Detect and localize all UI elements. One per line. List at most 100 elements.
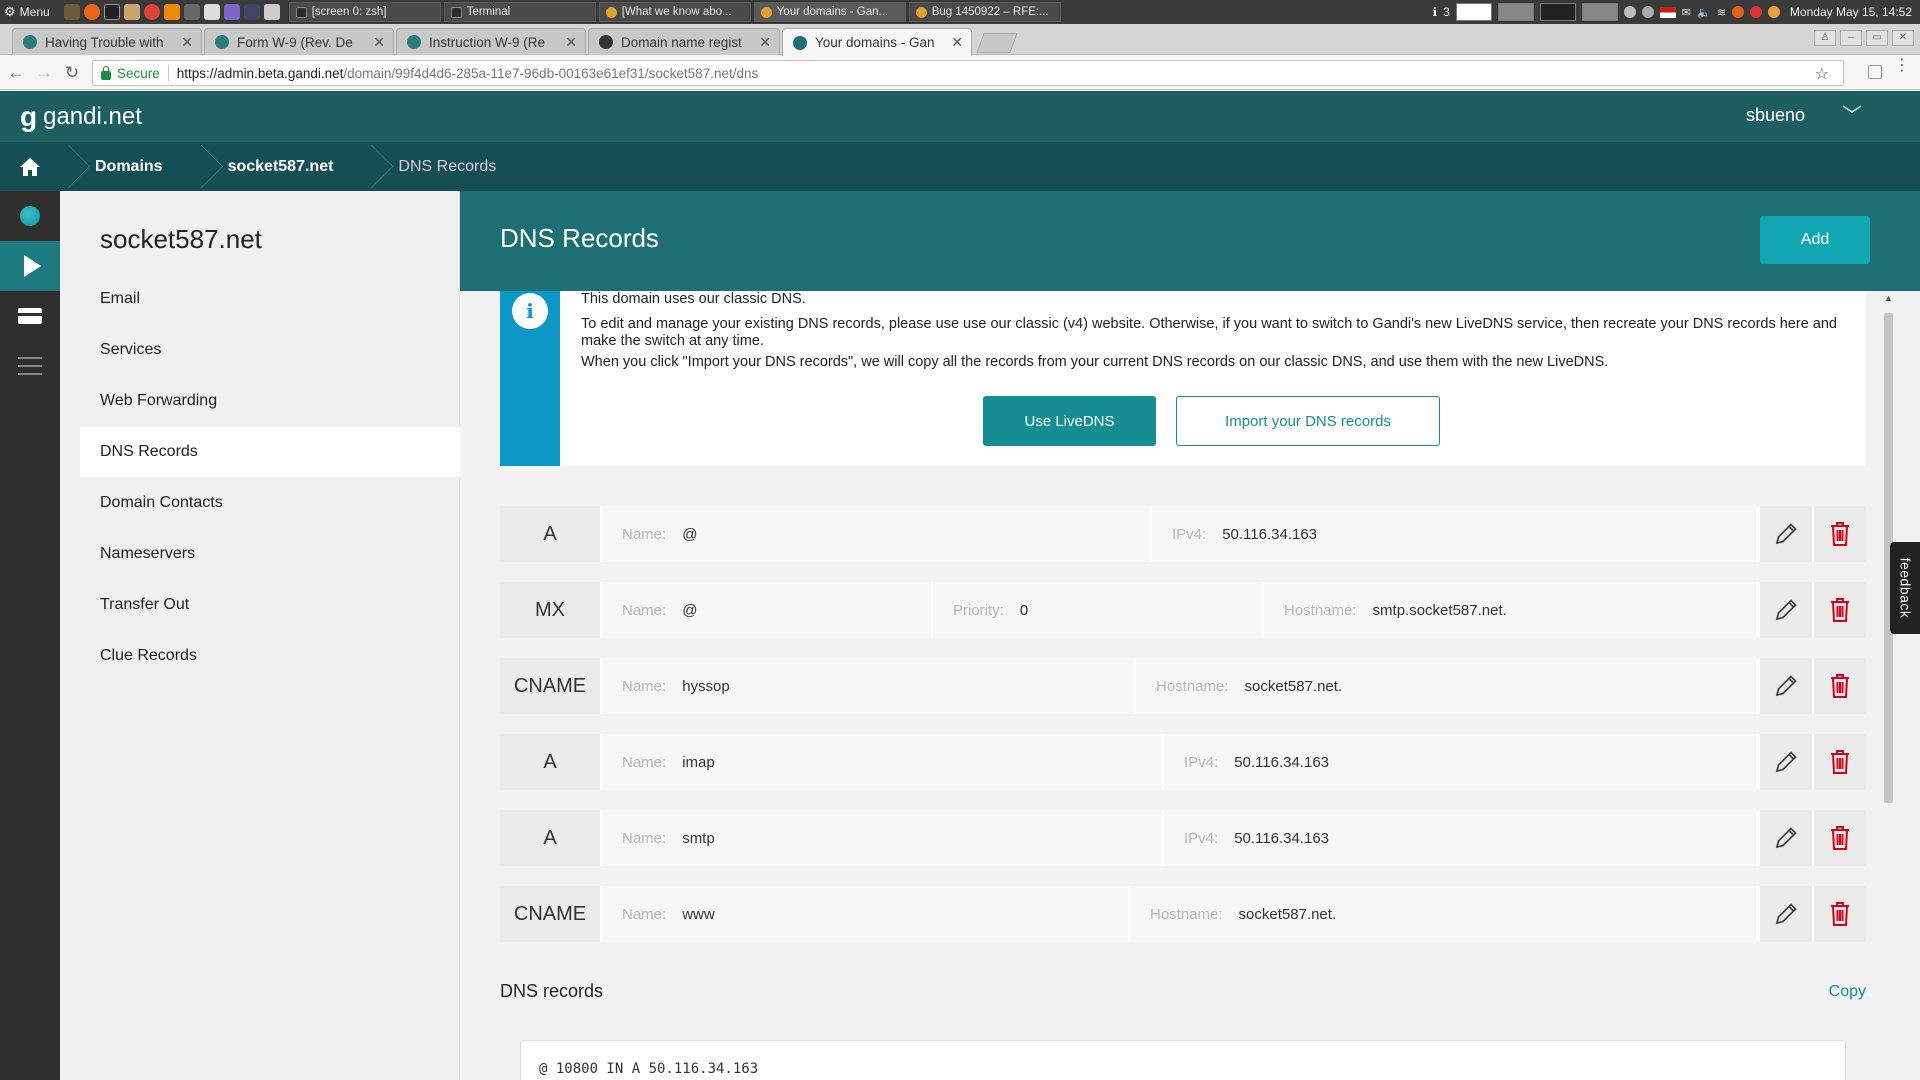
record-priority-field[interactable]: Priority: 0: [933, 582, 1262, 638]
taskbar-window-3[interactable]: Your domains - Gan...: [753, 2, 906, 22]
record-name-field[interactable]: Name: @: [602, 506, 1150, 562]
import-dns-records-button[interactable]: Import your DNS records: [1176, 396, 1440, 446]
record-hostname-field[interactable]: Hostname: socket587.net.: [1130, 886, 1756, 942]
sidebar-item-web-forwarding[interactable]: Web Forwarding: [80, 376, 460, 426]
browser-tab-0[interactable]: Having Trouble with ✕: [12, 28, 202, 55]
update-icon[interactable]: [1731, 6, 1744, 18]
address-bar[interactable]: Secure https://admin.beta.gandi.net /dom…: [92, 60, 1844, 86]
trash-icon[interactable]: [1814, 582, 1866, 638]
volume-icon[interactable]: 🔈: [1697, 6, 1711, 19]
sidebar-item-services[interactable]: Services: [80, 325, 460, 375]
chrome-launcher-icon[interactable]: [143, 4, 160, 20]
flag-icon[interactable]: [1659, 6, 1676, 18]
edit-pencil-icon[interactable]: [1760, 658, 1812, 714]
monitor-launcher-icon[interactable]: [203, 4, 220, 20]
forward-arrow-icon[interactable]: →: [32, 63, 56, 83]
browser-tab-1[interactable]: Form W-9 (Rev. De ✕: [204, 28, 394, 55]
close-icon[interactable]: ✕: [565, 34, 577, 51]
trash-icon[interactable]: [1814, 506, 1866, 562]
taskbar-window-0[interactable]: [screen 0: zsh]: [288, 2, 441, 22]
browser-menu-icon[interactable]: ⋮: [1894, 58, 1910, 74]
record-ipv4-field[interactable]: IPv4: 50.116.34.163: [1152, 506, 1756, 562]
edit-pencil-icon[interactable]: [1760, 734, 1812, 790]
edit-pencil-icon[interactable]: [1760, 506, 1812, 562]
maximize-button[interactable]: ▭: [1866, 30, 1888, 46]
notes-launcher-icon[interactable]: [263, 4, 280, 20]
record-name-field[interactable]: Name: imap: [602, 734, 1162, 790]
taskbar-window-1[interactable]: Terminal: [443, 2, 596, 22]
sidebar-item-domain-contacts[interactable]: Domain Contacts: [80, 478, 460, 528]
minus-icon[interactable]: [1623, 6, 1636, 18]
app-launcher-icon[interactable]: [223, 4, 240, 20]
sidebar-item-email[interactable]: Email: [80, 274, 460, 324]
browser-tab-3[interactable]: Domain name regist ✕: [588, 28, 780, 55]
close-icon[interactable]: ✕: [373, 34, 385, 51]
close-icon[interactable]: ✕: [759, 34, 771, 51]
chevron-down-icon[interactable]: ﹀: [1842, 99, 1862, 128]
record-ipv4-field[interactable]: IPv4: 50.116.34.163: [1164, 810, 1756, 866]
trash-icon[interactable]: [1814, 658, 1866, 714]
sidebar-item-transfer-out[interactable]: Transfer Out: [80, 580, 460, 630]
record-name-field[interactable]: Name: @: [602, 582, 931, 638]
sidebar-item-nameservers[interactable]: Nameservers: [80, 529, 460, 579]
browser-tab-2[interactable]: Instruction W-9 (Re ✕: [396, 28, 586, 55]
rail-menu[interactable]: [0, 341, 60, 391]
extension-icon[interactable]: [1868, 65, 1882, 79]
profile-icon[interactable]: ♙: [1814, 30, 1836, 46]
close-window-button[interactable]: ✕: [1892, 30, 1914, 46]
trash-icon[interactable]: [1814, 734, 1866, 790]
breadcrumb-domain[interactable]: socket587.net: [194, 142, 364, 191]
close-icon[interactable]: ✕: [181, 34, 193, 51]
feedback-tab[interactable]: feedback: [1890, 542, 1920, 634]
tool-launcher-icon[interactable]: [183, 4, 200, 20]
scrollbar[interactable]: ▲: [1882, 291, 1894, 1080]
record-name-field[interactable]: Name: smtp: [602, 810, 1162, 866]
user-icon[interactable]: [1641, 6, 1654, 18]
workspace-3[interactable]: [1539, 3, 1576, 21]
terminal-launcher-icon[interactable]: [103, 4, 120, 20]
vlc-launcher-icon[interactable]: [163, 4, 180, 20]
edit-pencil-icon[interactable]: [1760, 810, 1812, 866]
gandi-logo[interactable]: g gandi.net: [20, 101, 142, 133]
rail-hosting[interactable]: [0, 241, 60, 291]
scroll-up-arrow-icon[interactable]: ▲: [1884, 293, 1893, 303]
workspace-2[interactable]: [1497, 3, 1534, 21]
record-ipv4-field[interactable]: IPv4: 50.116.34.163: [1164, 734, 1756, 790]
weather-icon[interactable]: [1767, 6, 1780, 18]
taskbar-window-2[interactable]: [What we know abo...: [598, 2, 751, 22]
use-livedns-button[interactable]: Use LiveDNS: [983, 396, 1156, 446]
editor-launcher-icon[interactable]: [243, 4, 260, 20]
rail-domains[interactable]: [0, 191, 60, 241]
files-launcher-icon[interactable]: [63, 4, 80, 20]
browser-tab-4[interactable]: Your domains - Gan ✕: [782, 28, 972, 56]
sidebar-item-dns-records[interactable]: DNS Records: [80, 427, 460, 477]
taskbar-window-4[interactable]: Bug 1450922 – RFE:...: [908, 2, 1061, 22]
reload-icon[interactable]: ↻: [60, 63, 84, 83]
workspace-4[interactable]: [1581, 3, 1618, 21]
edit-pencil-icon[interactable]: [1760, 582, 1812, 638]
workspace-1[interactable]: [1455, 3, 1492, 21]
wifi-icon[interactable]: ≋: [1717, 6, 1726, 19]
username[interactable]: sbueno: [1746, 105, 1805, 126]
breadcrumb-domains[interactable]: Domains: [61, 142, 193, 191]
folder-launcher-icon[interactable]: [123, 4, 140, 20]
close-icon[interactable]: ✕: [951, 34, 963, 51]
firefox-launcher-icon[interactable]: [83, 4, 100, 20]
minimize-button[interactable]: –: [1840, 30, 1862, 46]
record-hostname-field[interactable]: Hostname: socket587.net.: [1136, 658, 1756, 714]
record-hostname-field[interactable]: Hostname: smtp.socket587.net.: [1264, 582, 1756, 638]
record-name-field[interactable]: Name: hyssop: [602, 658, 1134, 714]
sidebar-item-clue-records[interactable]: Clue Records: [80, 631, 460, 681]
info-icon[interactable]: ℹ: [1433, 5, 1438, 19]
copy-link[interactable]: Copy: [1829, 983, 1866, 1001]
notification-icon[interactable]: [1749, 6, 1762, 18]
edit-pencil-icon[interactable]: [1760, 886, 1812, 942]
bookmark-star-icon[interactable]: ☆: [1815, 64, 1829, 84]
add-record-button[interactable]: Add: [1760, 216, 1870, 264]
clock[interactable]: Monday May 15, 14:52: [1790, 5, 1912, 19]
trash-icon[interactable]: [1814, 810, 1866, 866]
trash-icon[interactable]: [1814, 886, 1866, 942]
os-menu-button[interactable]: ⚙ Menu: [0, 0, 58, 24]
mail-icon[interactable]: ✉: [1682, 6, 1691, 19]
new-tab-button[interactable]: [976, 33, 1018, 53]
